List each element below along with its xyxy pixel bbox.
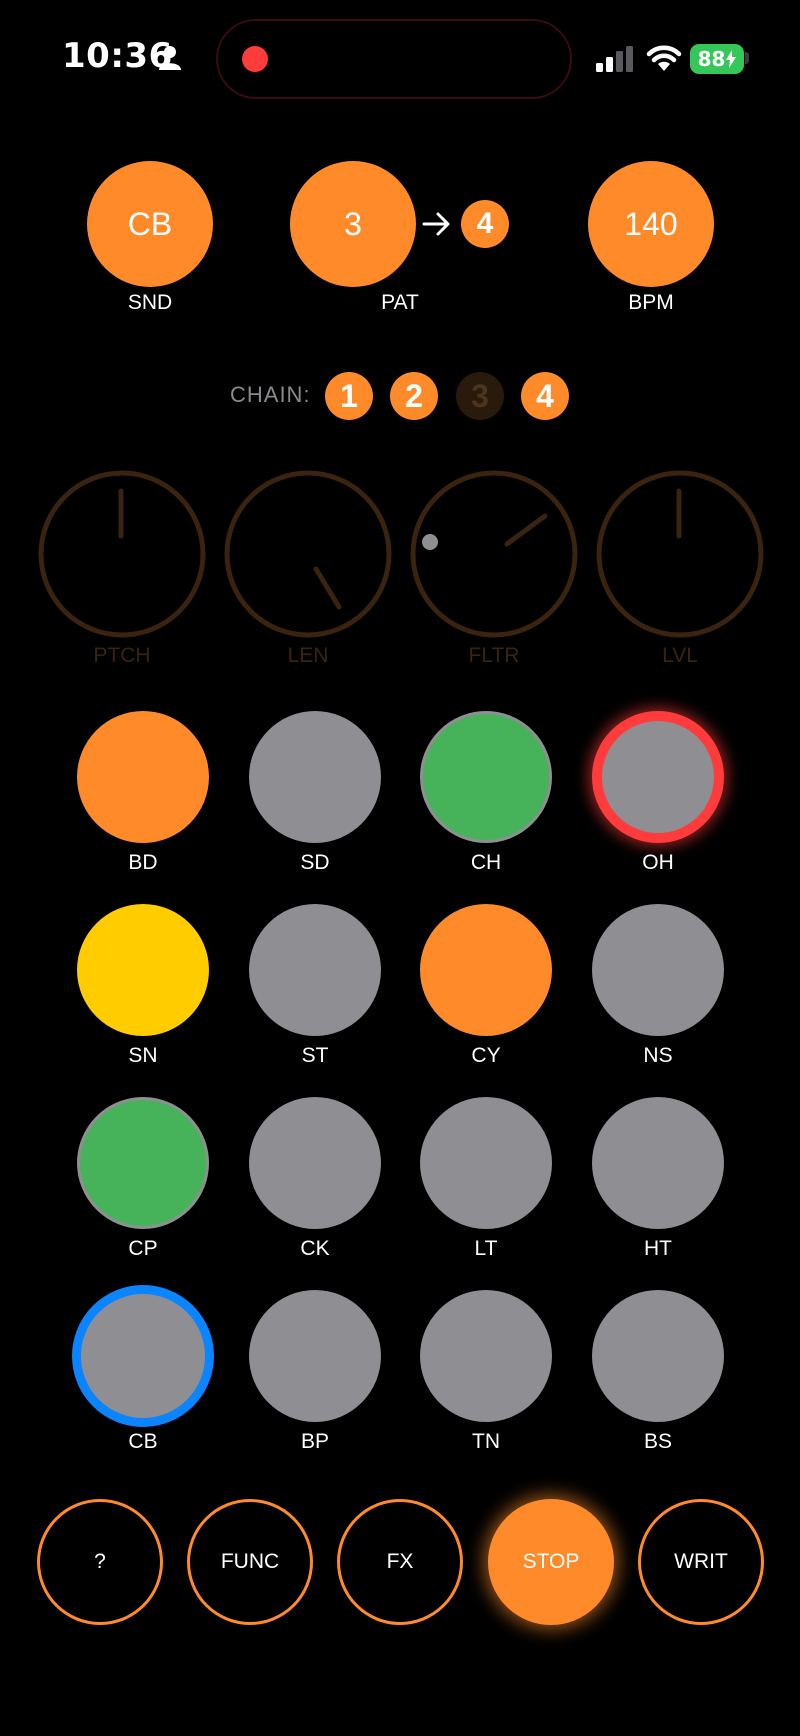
- person-icon: [159, 46, 181, 70]
- wifi-icon: [646, 45, 682, 71]
- write-button-label: WRIT: [674, 1550, 728, 1573]
- pad-sd[interactable]: [249, 711, 381, 843]
- pattern-button[interactable]: 3: [290, 161, 416, 287]
- pad-cp-label: CP: [128, 1237, 158, 1260]
- pad-sn-label: SN: [128, 1044, 158, 1067]
- bpm-button[interactable]: 140: [588, 161, 714, 287]
- help-button-label: ?: [94, 1550, 106, 1573]
- pad-bs-label: BS: [643, 1430, 672, 1453]
- filter-knob[interactable]: [409, 469, 579, 639]
- battery-level: 88: [697, 47, 726, 71]
- cellular-signal-icon: [596, 46, 633, 72]
- pad-cp[interactable]: [77, 1097, 209, 1229]
- pad-cy-label: CY: [471, 1044, 501, 1067]
- chain-item-4[interactable]: 4: [521, 372, 569, 420]
- fx-button[interactable]: FX: [337, 1499, 463, 1625]
- level-knob[interactable]: [595, 469, 765, 639]
- sound-value: CB: [127, 205, 173, 242]
- bpm-value: 140: [624, 205, 678, 242]
- pad-tn[interactable]: [420, 1290, 552, 1422]
- length-knob[interactable]: [223, 469, 393, 639]
- recording-indicator: [242, 46, 268, 72]
- pad-st-label: ST: [301, 1044, 329, 1067]
- chain-item-label: 1: [340, 377, 358, 414]
- pad-cb[interactable]: [72, 1285, 214, 1427]
- chain-item-label: 4: [536, 377, 554, 414]
- charging-bolt-icon: [726, 50, 737, 68]
- pitch-knob-label: PTCH: [93, 644, 151, 667]
- pattern-label: PAT: [381, 291, 419, 314]
- pad-st[interactable]: [249, 904, 381, 1036]
- chain-item-3[interactable]: 3: [456, 372, 504, 420]
- bpm-label: BPM: [628, 291, 674, 314]
- pad-bd[interactable]: [77, 711, 209, 843]
- dynamic-island: [216, 19, 572, 99]
- pad-ht-label: HT: [644, 1237, 672, 1260]
- status-time: 10:36: [62, 36, 173, 76]
- level-knob-label: LVL: [662, 644, 698, 667]
- pad-ns[interactable]: [592, 904, 724, 1036]
- sound-button[interactable]: CB: [87, 161, 213, 287]
- stop-button[interactable]: STOP: [488, 1499, 614, 1625]
- filter-knob-label: FLTR: [468, 644, 520, 667]
- func-button[interactable]: FUNC: [187, 1499, 313, 1625]
- sound-label: SND: [127, 291, 173, 314]
- chain-item-1[interactable]: 1: [325, 372, 373, 420]
- pad-bp[interactable]: [249, 1290, 381, 1422]
- pad-sn[interactable]: [77, 904, 209, 1036]
- pad-ck[interactable]: [249, 1097, 381, 1229]
- pad-ch[interactable]: [420, 711, 552, 843]
- help-button[interactable]: ?: [37, 1499, 163, 1625]
- pad-oh-label: OH: [642, 851, 674, 874]
- next-pattern-indicator: 4: [461, 200, 509, 248]
- pad-bs[interactable]: [592, 1290, 724, 1422]
- pad-sd-label: SD: [300, 851, 330, 874]
- arrow-right-icon: [422, 212, 450, 236]
- chain-label: CHAIN:: [230, 382, 311, 407]
- chain-item-label: 3: [471, 377, 489, 414]
- pad-ck-label: CK: [300, 1237, 330, 1260]
- fx-button-label: FX: [386, 1550, 414, 1573]
- battery-indicator: 88: [690, 44, 744, 74]
- battery-cap: [745, 52, 749, 64]
- pad-ns-label: NS: [643, 1044, 673, 1067]
- filter-knob-marker: [422, 534, 438, 550]
- chain-item-2[interactable]: 2: [390, 372, 438, 420]
- pitch-knob[interactable]: [37, 469, 207, 639]
- func-button-label: FUNC: [220, 1550, 280, 1573]
- chain-item-label: 2: [405, 377, 423, 414]
- pattern-value: 3: [344, 205, 362, 242]
- write-button[interactable]: WRIT: [638, 1499, 764, 1625]
- stop-button-label: STOP: [522, 1550, 580, 1573]
- pad-cb-label: CB: [128, 1430, 158, 1453]
- pad-lt-label: LT: [474, 1237, 498, 1260]
- pad-ch-label: CH: [470, 851, 502, 874]
- pad-tn-label: TN: [472, 1430, 500, 1453]
- pad-lt[interactable]: [420, 1097, 552, 1229]
- pad-ht[interactable]: [592, 1097, 724, 1229]
- pad-oh[interactable]: [592, 711, 724, 843]
- next-pattern-value: 4: [476, 207, 494, 240]
- pad-bd-label: BD: [128, 851, 158, 874]
- pad-bp-label: BP: [300, 1430, 329, 1453]
- length-knob-label: LEN: [287, 644, 329, 667]
- pad-cy[interactable]: [420, 904, 552, 1036]
